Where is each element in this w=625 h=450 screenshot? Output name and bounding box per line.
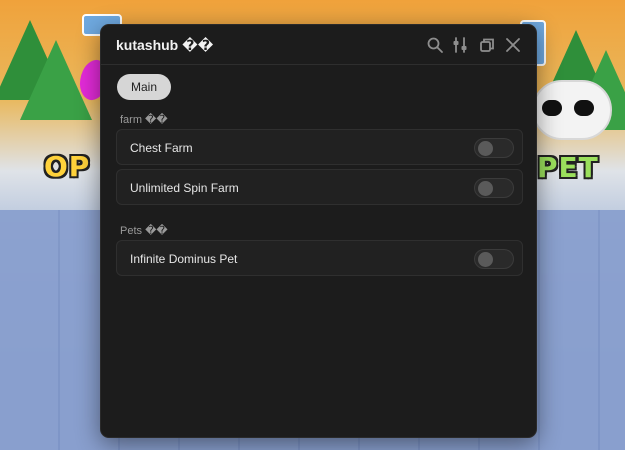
pet-eye bbox=[542, 100, 562, 116]
window-title: kutashub �� bbox=[116, 37, 214, 53]
toggle-label: Chest Farm bbox=[130, 141, 193, 155]
chest-farm-toggle[interactable] bbox=[474, 138, 514, 158]
sliders-icon[interactable] bbox=[451, 36, 469, 54]
toggle-knob bbox=[478, 141, 493, 156]
toggle-label: Unlimited Spin Farm bbox=[130, 181, 239, 195]
toggle-row-chest-farm[interactable]: Chest Farm bbox=[116, 129, 523, 165]
section-label-farm: farm �� bbox=[120, 114, 168, 126]
infinite-dominus-pet-toggle[interactable] bbox=[474, 249, 514, 269]
toggle-knob bbox=[478, 252, 493, 267]
close-icon[interactable] bbox=[504, 36, 522, 54]
pet-eye bbox=[574, 100, 594, 116]
unlimited-spin-farm-toggle[interactable] bbox=[474, 178, 514, 198]
pet-model bbox=[532, 80, 612, 140]
tab-main[interactable]: Main bbox=[117, 74, 171, 100]
sign-right: PET bbox=[537, 151, 599, 184]
toggle-row-unlimited-spin-farm[interactable]: Unlimited Spin Farm bbox=[116, 169, 523, 205]
title-bar[interactable]: kutashub �� bbox=[101, 25, 536, 65]
toggle-label: Infinite Dominus Pet bbox=[130, 252, 238, 266]
hub-window: kutashub �� Main farm �� Chest Farm Unli… bbox=[100, 24, 537, 438]
search-icon[interactable] bbox=[426, 36, 444, 54]
restore-icon[interactable] bbox=[478, 36, 496, 54]
toggle-knob bbox=[478, 181, 493, 196]
section-label-pets: Pets �� bbox=[120, 225, 168, 237]
toggle-row-infinite-dominus-pet[interactable]: Infinite Dominus Pet bbox=[116, 240, 523, 276]
